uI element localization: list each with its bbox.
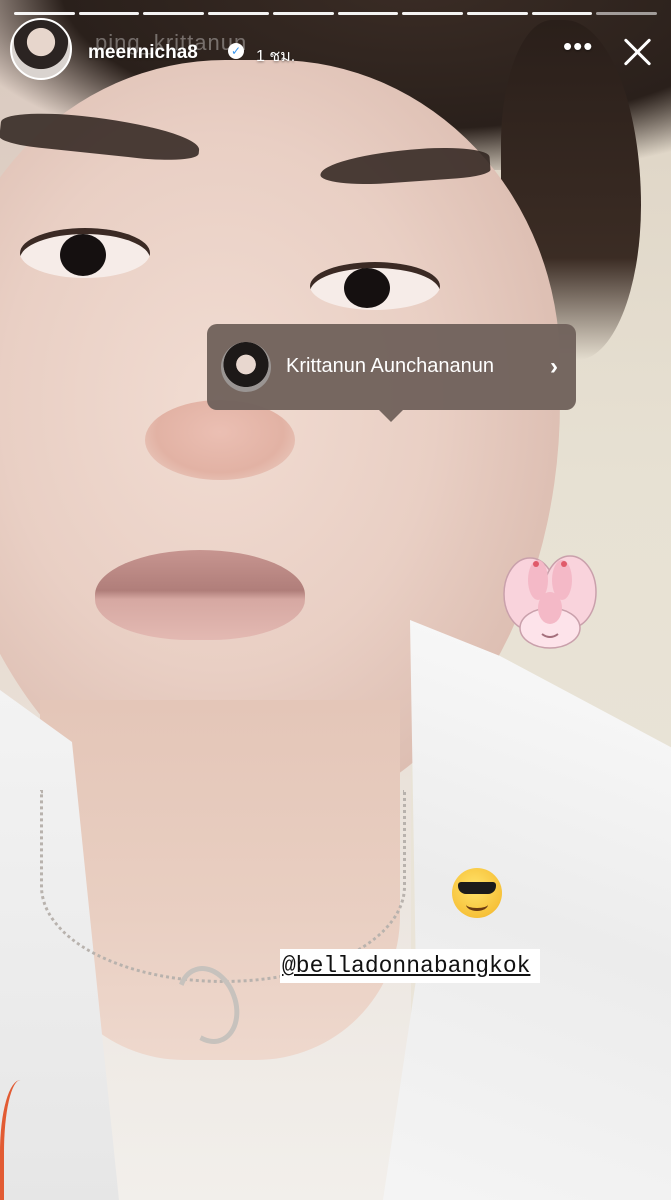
sunglasses-icon [458, 882, 496, 894]
story-header: meennicha8 ✓ 1 ชม. ••• [10, 18, 660, 80]
progress-segment [208, 12, 269, 15]
tag-name: Krittanun Aunchananun [286, 355, 494, 377]
progress-segment [402, 12, 463, 15]
story-photo-nose [145, 400, 295, 480]
user-tag-tooltip[interactable]: Krittanun Aunchananun › [207, 324, 576, 422]
story-timestamp: 1 ชม. [256, 48, 296, 65]
progress-segment [143, 12, 205, 15]
sunglasses-emoji [452, 868, 502, 918]
story-viewer[interactable]: ping_krittanun meennicha8 ✓ 1 ชม. ••• Kr… [0, 0, 671, 1200]
tag-avatar [221, 342, 271, 392]
chevron-right-icon: › [550, 353, 558, 380]
verified-badge-icon: ✓ [228, 43, 244, 59]
mention-sticker[interactable]: @belladonnabangkok [280, 949, 541, 983]
story-progress-bar [14, 12, 658, 16]
progress-segment [596, 12, 658, 15]
progress-segment [78, 12, 140, 15]
more-dots-icon[interactable]: ••• [563, 33, 593, 59]
story-photo-eye-left [20, 228, 150, 278]
bunny-sticker[interactable] [498, 550, 602, 650]
username[interactable]: meennicha8 [88, 42, 198, 64]
progress-segment [272, 12, 334, 15]
avatar[interactable] [10, 18, 72, 80]
smile-icon [466, 898, 488, 911]
story-photo-lips [95, 550, 305, 640]
progress-segment [337, 12, 399, 15]
story-photo-eye-right [310, 262, 440, 310]
progress-segment [466, 12, 528, 15]
progress-segment [14, 12, 75, 15]
close-icon[interactable] [620, 34, 656, 70]
progress-segment [531, 12, 593, 15]
